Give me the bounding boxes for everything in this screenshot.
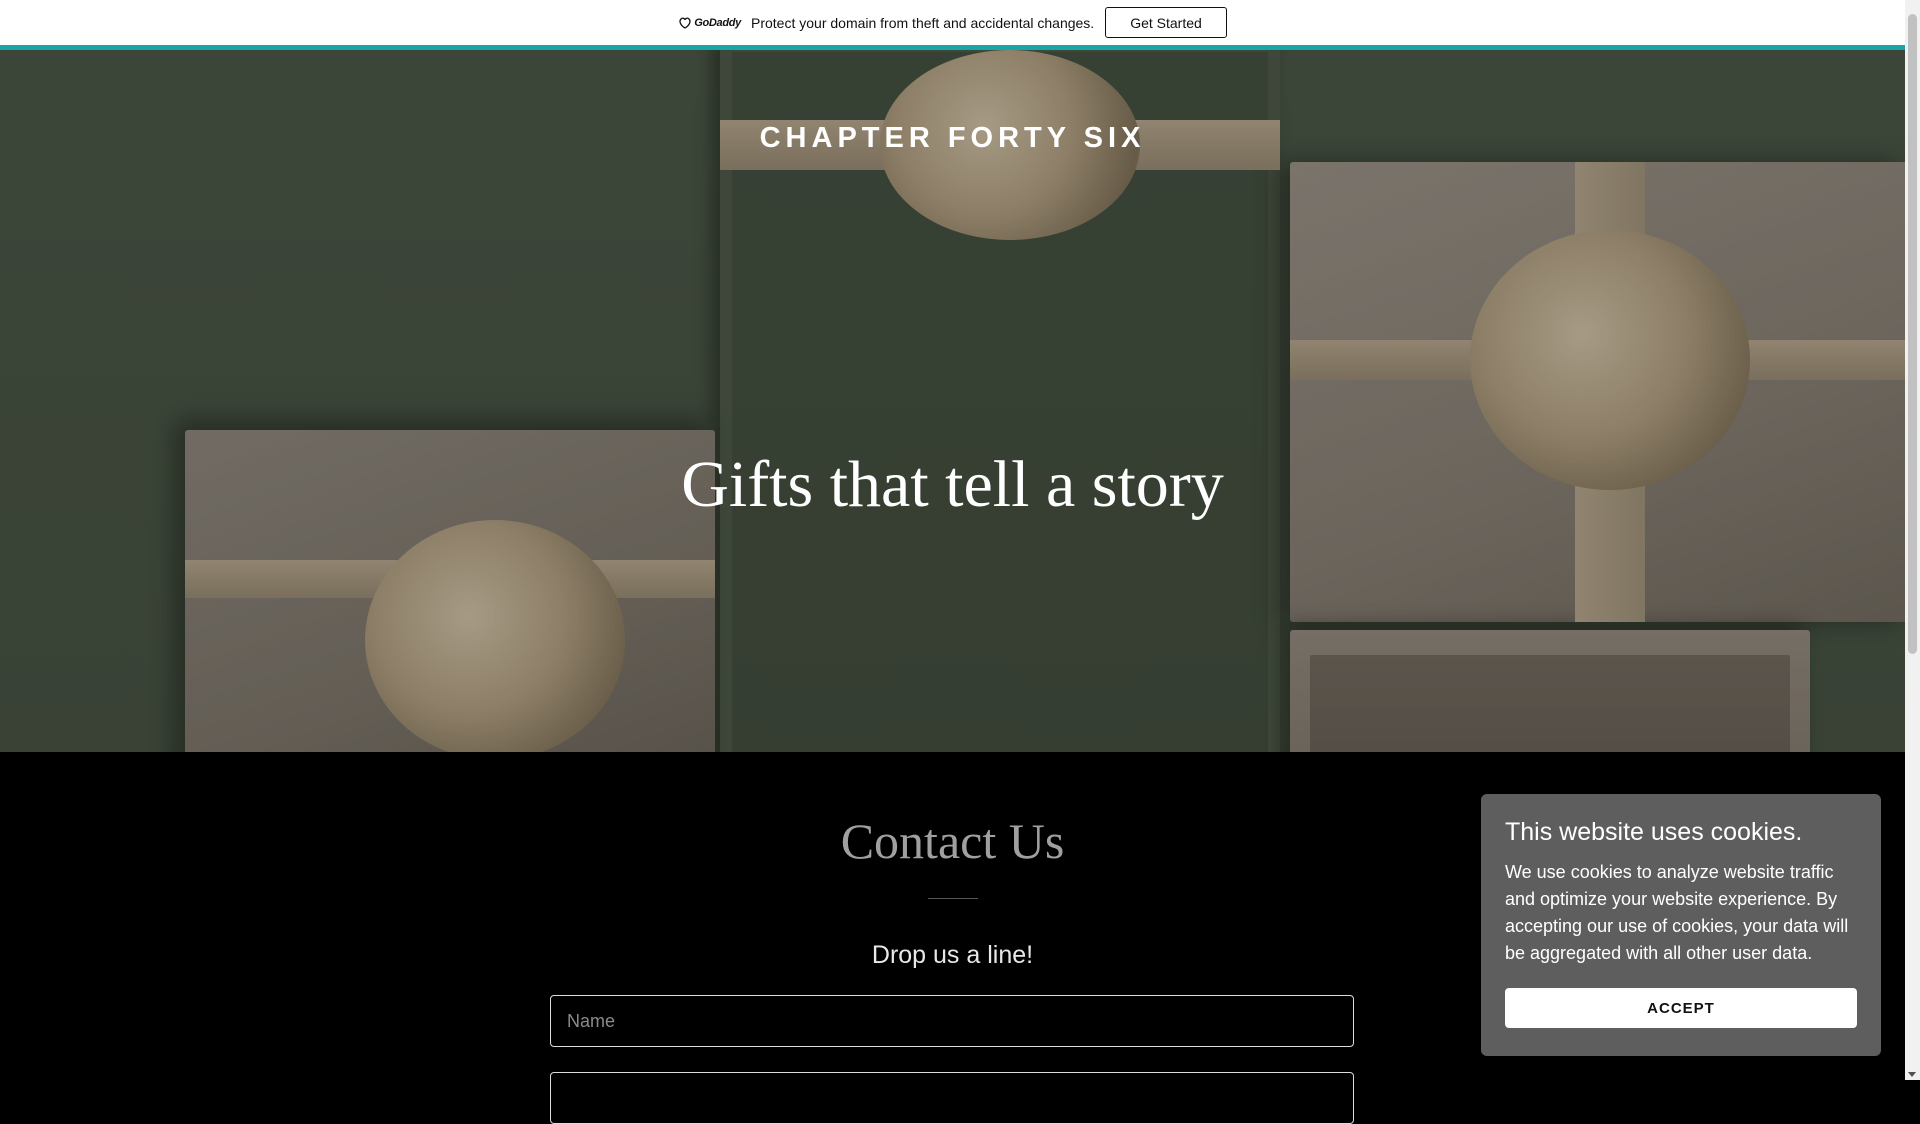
hero-headline: Gifts that tell a story: [681, 448, 1224, 521]
cookie-title: This website uses cookies.: [1505, 818, 1803, 846]
cookie-text: We use cookies to analyze website traffi…: [1505, 862, 1849, 963]
scrollbar-thumb[interactable]: [1908, 14, 1917, 654]
scroll-down-arrow-icon[interactable]: [1908, 1072, 1916, 1077]
godaddy-logo: GoDaddy: [678, 17, 741, 29]
promo-bar: GoDaddy Protect your domain from theft a…: [0, 0, 1905, 50]
accept-cookies-button[interactable]: ACCEPT: [1505, 988, 1857, 1028]
godaddy-logo-text: GoDaddy: [694, 16, 741, 29]
cookie-banner: This website uses cookies. We use cookie…: [1481, 794, 1881, 1056]
vertical-scrollbar[interactable]: [1905, 0, 1920, 1080]
hero-overlay: [0, 50, 1905, 752]
section-divider: [928, 898, 978, 899]
get-started-button[interactable]: Get Started: [1105, 7, 1227, 38]
site-title[interactable]: CHAPTER FORTY SIX: [0, 122, 1905, 155]
hero-section: CHAPTER FORTY SIX Gifts that tell a stor…: [0, 50, 1905, 752]
promo-message: Protect your domain from theft and accid…: [751, 14, 1095, 31]
name-input[interactable]: [550, 995, 1354, 1047]
godaddy-icon: [679, 17, 691, 29]
